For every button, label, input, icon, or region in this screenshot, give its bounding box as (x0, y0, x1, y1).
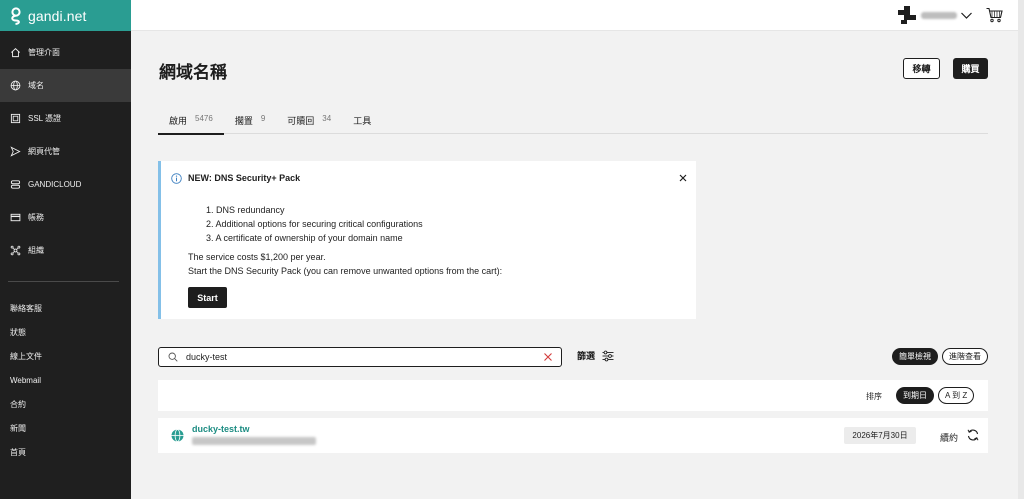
sidebar-item-label: 網頁代管 (28, 147, 60, 156)
advanced-view-button[interactable]: 進階查看 (942, 348, 988, 365)
search-icon (168, 352, 178, 362)
credit-card-icon (10, 213, 21, 222)
page-title: 網域名稱 (159, 63, 227, 82)
tab-redeemable[interactable]: 可贖回 34 (276, 108, 342, 134)
tab-label: 工具 (353, 116, 372, 126)
tab-active[interactable]: 啟用 5476 (158, 108, 224, 135)
tab-count: 34 (322, 114, 332, 123)
tab-count: 9 (260, 114, 266, 123)
sidebar-item-label: 帳務 (28, 213, 44, 222)
sidebar-link-home[interactable]: 首頁 (0, 440, 131, 464)
view-toggle: 簡單檢視 進階查看 (892, 348, 988, 365)
info-icon (171, 173, 182, 184)
clear-search-icon[interactable] (543, 352, 553, 362)
shopping-cart-icon[interactable] (986, 7, 1003, 23)
sidebar-link-support[interactable]: 聯絡客服 (0, 296, 131, 320)
close-icon[interactable] (676, 171, 690, 185)
domain-owner-redacted (192, 437, 316, 445)
sidebar-link-status[interactable]: 狀態 (0, 320, 131, 344)
user-avatar[interactable] (898, 6, 916, 24)
list-item: 1. DNS redundancy (206, 205, 285, 215)
tab-label: 啟用 (169, 116, 188, 126)
sidebar-item-gandicloud[interactable]: GANDICLOUD (0, 168, 131, 201)
expiry-date-badge: 2026年7月30日 (844, 427, 916, 444)
search-input[interactable] (186, 350, 536, 364)
sidebar-divider (8, 281, 119, 282)
sidebar-item-hosting[interactable]: 網頁代管 (0, 135, 131, 168)
start-button[interactable]: Start (188, 287, 227, 308)
tab-pending[interactable]: 擱置 9 (224, 108, 276, 134)
domain-link[interactable]: ducky-test.tw (192, 424, 250, 434)
sidebar-links: 聯絡客服 狀態 線上文件 Webmail 合約 新聞 首頁 (0, 296, 131, 464)
notice-title: NEW: DNS Security+ Pack (188, 173, 301, 183)
send-icon (10, 146, 21, 157)
sliders-icon (602, 350, 614, 361)
simple-view-button[interactable]: 簡單檢視 (892, 348, 938, 365)
sidebar-link-news[interactable]: 新聞 (0, 416, 131, 440)
filter-label: 篩選 (577, 351, 596, 361)
list-item: 3. A certificate of ownership of your do… (206, 233, 403, 243)
sidebar-link-docs[interactable]: 線上文件 (0, 344, 131, 368)
tab-label: 擱置 (234, 116, 253, 126)
organization-icon (10, 245, 21, 256)
sort-a-to-z-button[interactable]: A 到 Z (938, 387, 975, 404)
sidebar-link-webmail[interactable]: Webmail (0, 368, 131, 392)
transfer-button[interactable]: 移轉 (903, 58, 940, 79)
domain-tabs: 啟用 5476 擱置 9 可贖回 34 工具 (158, 108, 988, 135)
certificate-icon (10, 113, 21, 124)
sidebar-item-billing[interactable]: 帳務 (0, 201, 131, 234)
notice-feature-list: 1. DNS redundancy 2. Additional options … (206, 203, 423, 245)
domain-row[interactable]: ducky-test.tw 2026年7月30日 續約 (158, 418, 988, 453)
sort-options: 到期日 A 到 Z (896, 387, 975, 404)
sort-bar: 排序 到期日 A 到 Z (158, 380, 988, 411)
brand-logo[interactable]: gandi.net (0, 0, 131, 31)
sort-label: 排序 (866, 392, 882, 401)
globe-icon (171, 429, 184, 442)
list-item: 2. Additional options for securing criti… (206, 219, 423, 229)
window-scrollbar[interactable] (1018, 0, 1024, 499)
sort-by-expiry-button[interactable]: 到期日 (896, 387, 934, 404)
notice-price: The service costs $1,200 per year. (188, 252, 326, 262)
dns-security-notice: NEW: DNS Security+ Pack 1. DNS redundanc… (158, 161, 696, 319)
sidebar-item-label: 組織 (28, 246, 44, 255)
sidebar-nav: 管理介面 域名 SSL 憑證 網頁代管 GANDICLOUD 帳務 組織 (0, 36, 131, 267)
sidebar: gandi.net 管理介面 域名 SSL 憑證 網頁代管 GANDICLOUD… (0, 0, 131, 499)
brand-name: gandi.net (28, 7, 87, 24)
gandi-logo-icon (11, 6, 21, 25)
sidebar-item-dashboard[interactable]: 管理介面 (0, 36, 131, 69)
sidebar-item-domains[interactable]: 域名 (0, 69, 131, 102)
cloud-server-icon (10, 180, 21, 189)
renew-label: 續約 (940, 433, 959, 443)
tab-tools[interactable]: 工具 (342, 108, 382, 134)
sidebar-item-label: 管理介面 (28, 48, 60, 57)
home-icon (11, 48, 20, 58)
renew-icon[interactable] (966, 428, 980, 442)
sidebar-item-ssl[interactable]: SSL 憑證 (0, 102, 131, 135)
sidebar-item-label: GANDICLOUD (28, 180, 82, 189)
sidebar-item-label: SSL 憑證 (28, 114, 62, 123)
chevron-down-icon[interactable] (960, 9, 973, 22)
sidebar-item-organizations[interactable]: 組織 (0, 234, 131, 267)
domain-search (158, 347, 562, 367)
top-bar (131, 0, 1024, 31)
notice-cta-text: Start the DNS Security Pack (you can rem… (188, 266, 503, 276)
sidebar-item-label: 域名 (28, 81, 44, 90)
globe-icon (10, 80, 21, 91)
username-redacted (921, 12, 957, 19)
tab-count: 5476 (195, 114, 213, 123)
tab-label: 可贖回 (287, 116, 315, 126)
sidebar-link-contracts[interactable]: 合約 (0, 392, 131, 416)
buy-button[interactable]: 購買 (953, 58, 988, 79)
filter-button[interactable]: 篩選 (577, 349, 614, 362)
